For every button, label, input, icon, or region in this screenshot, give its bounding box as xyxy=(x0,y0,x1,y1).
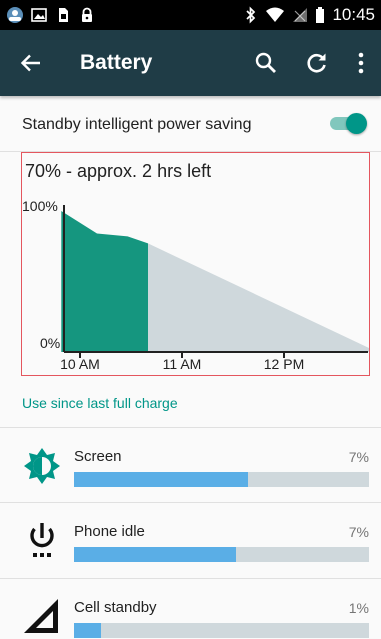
usage-bar-fill xyxy=(74,547,237,562)
search-icon[interactable] xyxy=(253,50,279,76)
usage-percent: 1% xyxy=(348,600,369,616)
bluetooth-icon xyxy=(246,6,256,24)
arrow-back-icon[interactable] xyxy=(18,50,44,76)
signal-icon xyxy=(24,599,58,633)
chart-svg: 100% 0% 10 AM 11 AM 12 PM xyxy=(22,198,369,372)
status-bar: 10:45 xyxy=(0,0,381,30)
brightness-icon xyxy=(24,448,60,484)
battery-history-chart[interactable]: 70% - approx. 2 hrs left 100% 0% 10 AM 1… xyxy=(21,152,370,376)
refresh-icon[interactable] xyxy=(304,50,330,76)
sim-notification-icon xyxy=(59,8,68,22)
wifi-icon xyxy=(266,7,285,22)
y-tick-label-top: 100% xyxy=(22,198,58,214)
toggle-thumb xyxy=(346,113,367,134)
usage-bar-fill xyxy=(74,623,101,638)
notification-app-icon xyxy=(7,7,23,23)
y-tick-label-bottom: 0% xyxy=(40,335,60,351)
app-bar: Battery xyxy=(0,30,381,96)
usage-percent: 7% xyxy=(348,524,369,540)
page-title: Battery xyxy=(80,51,153,74)
projected-area xyxy=(148,243,369,352)
usage-bar xyxy=(74,472,369,487)
history-area xyxy=(61,211,148,352)
usage-bar-fill xyxy=(74,472,249,487)
usage-item-screen[interactable]: Screen 7% xyxy=(0,428,381,503)
usage-bar xyxy=(74,547,369,562)
power-icon xyxy=(30,523,54,557)
usage-percent: 7% xyxy=(348,449,369,465)
standby-power-saving-label: Standby intelligent power saving xyxy=(22,116,252,133)
x-tick-label: 10 AM xyxy=(60,356,100,372)
usage-label: Cell standby xyxy=(74,599,157,616)
standby-power-saving-toggle[interactable] xyxy=(328,112,368,134)
cell-signal-icon xyxy=(293,8,308,22)
usage-item-phone-idle[interactable]: Phone idle 7% xyxy=(0,503,381,578)
battery-icon xyxy=(316,7,325,23)
standby-power-saving-row[interactable]: Standby intelligent power saving xyxy=(0,97,381,152)
more-vert-icon[interactable] xyxy=(348,50,374,76)
x-tick-label: 11 AM xyxy=(163,356,202,372)
usage-label: Screen xyxy=(74,448,122,465)
usage-label: Phone idle xyxy=(74,523,145,540)
lock-notification-icon xyxy=(82,7,92,22)
usage-item-cell-standby[interactable]: Cell standby 1% xyxy=(0,579,381,639)
x-tick-label: 12 PM xyxy=(264,356,304,372)
usage-bar xyxy=(74,623,369,638)
status-clock: 10:45 xyxy=(332,5,375,24)
image-notification-icon xyxy=(31,8,47,22)
use-since-last-full-charge-label: Use since last full charge xyxy=(22,395,178,411)
